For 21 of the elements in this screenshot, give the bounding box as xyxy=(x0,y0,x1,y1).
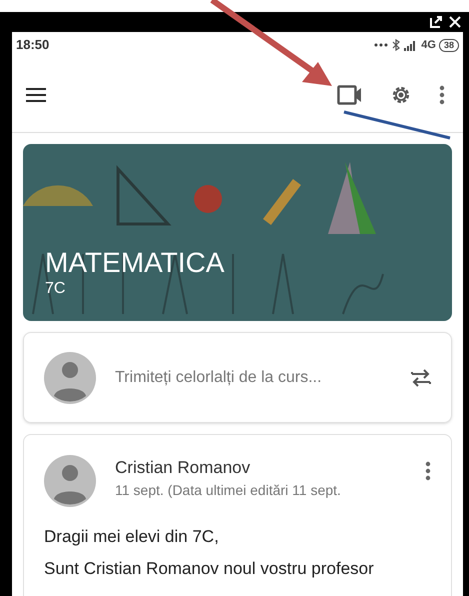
external-link-icon[interactable] xyxy=(429,15,443,29)
status-time: 18:50 xyxy=(16,36,50,54)
more-dots-icon xyxy=(374,43,388,47)
more-options-icon[interactable] xyxy=(439,85,445,105)
class-title: MATEMATICA xyxy=(45,247,224,279)
post-author: Cristian Romanov xyxy=(115,457,252,479)
close-icon[interactable] xyxy=(449,16,461,28)
post-text-line: Dragii mei elevi din 7C, xyxy=(44,526,220,548)
battery-indicator: 38 xyxy=(438,38,459,52)
repost-arrows-icon[interactable] xyxy=(411,366,431,388)
menu-icon[interactable] xyxy=(26,88,46,102)
compose-field[interactable]: Trimiteți celorlalți de la curs... xyxy=(115,366,411,390)
avatar-icon xyxy=(44,352,96,404)
class-section: 7C xyxy=(45,279,224,299)
post-text-line: Sunt Cristian Romanov noul vostru profesor xyxy=(44,558,375,580)
network-label: 4G xyxy=(421,38,436,53)
video-camera-icon[interactable] xyxy=(337,85,363,105)
more-options-icon[interactable] xyxy=(425,461,431,481)
bluetooth-icon xyxy=(391,39,402,51)
avatar-icon xyxy=(44,455,96,507)
post-date: 11 sept. (Data ultimei editări 11 sept. xyxy=(115,481,342,500)
